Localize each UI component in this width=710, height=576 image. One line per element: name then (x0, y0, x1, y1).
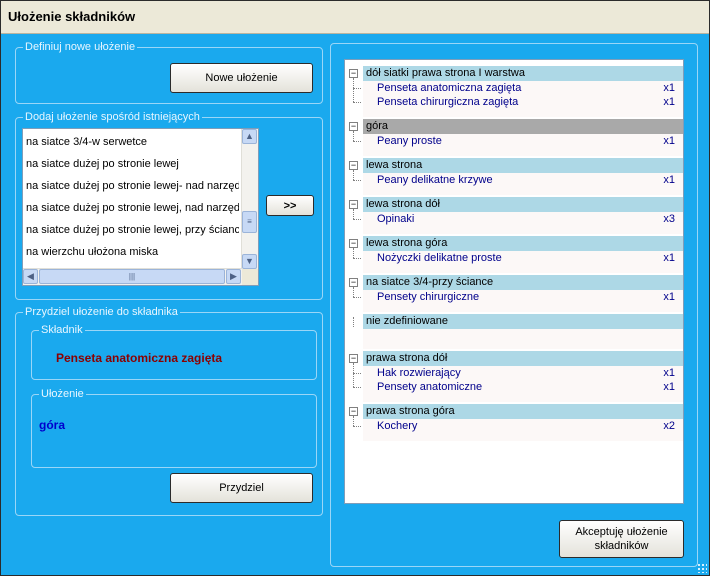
tree-group-body (363, 329, 683, 349)
tree-item-quantity: x1 (663, 96, 675, 108)
tree-item-name[interactable]: Penseta anatomiczna zagięta (377, 81, 521, 95)
collapse-icon[interactable]: − (349, 354, 358, 363)
collapse-icon[interactable]: − (349, 239, 358, 248)
tree-connector (353, 248, 354, 258)
tree-connector (353, 219, 361, 220)
tree-connector (353, 363, 354, 387)
tree-item-quantity: x1 (663, 381, 675, 393)
collapse-icon[interactable]: − (349, 161, 358, 170)
list-horizontal-scrollbar[interactable]: ◀ ||| ▶ (23, 268, 242, 285)
tree-group-header[interactable]: nie zdefiniowane (363, 314, 683, 329)
collapse-icon[interactable]: − (349, 122, 358, 131)
assign-placement-legend: Przydziel ułożenie do składnika (23, 306, 180, 319)
tree-connector (353, 131, 354, 141)
horizontal-scroll-thumb[interactable]: ||| (39, 269, 225, 284)
title-bar: Ułożenie składników (1, 1, 709, 34)
tree-item-name[interactable]: Hak rozwierający (377, 366, 461, 380)
tree-group-header[interactable]: góra (363, 119, 683, 134)
placement-legend: Ułożenie (39, 388, 86, 401)
tree-connector (353, 78, 354, 102)
scroll-up-button[interactable]: ▲ (242, 129, 257, 144)
tree-group-header[interactable]: dół siatki prawa strona I warstwa (363, 66, 683, 81)
existing-placements-legend: Dodaj ułożenie spośród istniejących (23, 111, 202, 124)
tree-connector (353, 373, 361, 374)
tree-item-name[interactable]: Peany delikatne krzywe (377, 173, 493, 187)
existing-placement-item[interactable]: na siatce 3/4-w serwetce (26, 133, 239, 151)
tree-item-quantity: x1 (663, 291, 675, 303)
tree-group-header[interactable]: lewa strona dół (363, 197, 683, 212)
list-vertical-scrollbar[interactable]: ▲ ≡ ▼ (241, 129, 258, 269)
placements-tree: dół siatki prawa strona I warstwa − Penset… (344, 59, 684, 504)
component-value: Penseta anatomiczna zagięta (56, 351, 223, 365)
tree-item-quantity: x3 (663, 213, 675, 225)
tree-connector (353, 387, 361, 388)
tree-connector (353, 180, 361, 181)
tree-connector (353, 209, 354, 219)
scroll-right-button[interactable]: ▶ (226, 269, 241, 284)
existing-placement-item[interactable]: na siatce dużej po stronie lewej, nad na… (26, 199, 239, 217)
resize-grip[interactable] (697, 563, 707, 573)
scroll-down-button[interactable]: ▼ (242, 254, 257, 269)
tree-connector (353, 88, 361, 89)
tree-group-header[interactable]: prawa strona dół (363, 351, 683, 366)
scroll-left-button[interactable]: ◀ (23, 269, 38, 284)
tree-item-name[interactable]: Pensety chirurgiczne (377, 290, 479, 304)
tree-item-name[interactable]: Penseta chirurgiczna zagięta (377, 95, 518, 109)
tree-group-header[interactable]: lewa strona góra (363, 236, 683, 251)
collapse-icon[interactable]: − (349, 278, 358, 287)
existing-placement-item[interactable]: na siatce dużej po stronie lewej, przy ś… (26, 221, 239, 239)
tree-item-quantity: x1 (663, 174, 675, 186)
existing-placement-item[interactable]: na siatce dużej po stronie lewej (26, 155, 239, 173)
tree-connector (353, 170, 354, 180)
tree-item-name[interactable]: Peany proste (377, 134, 442, 148)
tree-connector (353, 317, 354, 327)
define-placement-legend: Definiuj nowe ułożenie (23, 41, 138, 54)
tree-connector (353, 102, 361, 103)
tree-item-name[interactable]: Opinaki (377, 212, 414, 226)
add-existing-button[interactable]: >> (266, 195, 314, 216)
tree-item-name[interactable]: Nożyczki delikatne proste (377, 251, 502, 265)
placement-value: góra (39, 418, 66, 432)
tree-connector (353, 141, 361, 142)
assign-button[interactable]: Przydziel (170, 473, 313, 503)
tree-item-quantity: x1 (663, 252, 675, 264)
tree-item-name[interactable]: Kochery (377, 419, 417, 433)
collapse-icon[interactable]: − (349, 200, 358, 209)
tree-group-header[interactable]: lewa strona (363, 158, 683, 173)
existing-placement-item[interactable]: na wierzchu ułożona miska (26, 243, 239, 261)
scrollbar-corner (242, 269, 258, 285)
tree-connector (353, 416, 354, 426)
vertical-scroll-thumb[interactable]: ≡ (242, 211, 257, 233)
window-title: Ułożenie składników (8, 9, 136, 24)
tree-connector (353, 426, 361, 427)
placement-group: Ułożenie (31, 388, 317, 468)
accept-placement-button[interactable]: Akceptuję ułożenie składników (559, 520, 684, 558)
tree-item-quantity: x1 (663, 135, 675, 147)
collapse-icon[interactable]: − (349, 69, 358, 78)
tree-connector (353, 297, 361, 298)
tree-item-quantity: x1 (663, 82, 675, 94)
component-legend: Składnik (39, 324, 85, 337)
tree-item-name[interactable]: Pensety anatomiczne (377, 380, 482, 394)
tree-group-header[interactable]: prawa strona góra (363, 404, 683, 419)
tree-item-quantity: x1 (663, 367, 675, 379)
existing-placements-list[interactable]: na siatce 3/4-w serwetce na siatce dużej … (22, 128, 259, 286)
collapse-icon[interactable]: − (349, 407, 358, 416)
existing-placement-item[interactable]: na siatce dużej po stronie lewej- nad na… (26, 177, 239, 195)
tree-item-quantity: x2 (663, 420, 675, 432)
tree-group-header[interactable]: na siatce 3/4-przy ściance (363, 275, 683, 290)
tree-connector (353, 287, 354, 297)
new-placement-button[interactable]: Nowe ułożenie (170, 63, 313, 93)
main-window: Ułożenie składników Definiuj nowe ułożen… (0, 0, 710, 576)
tree-connector (353, 258, 361, 259)
